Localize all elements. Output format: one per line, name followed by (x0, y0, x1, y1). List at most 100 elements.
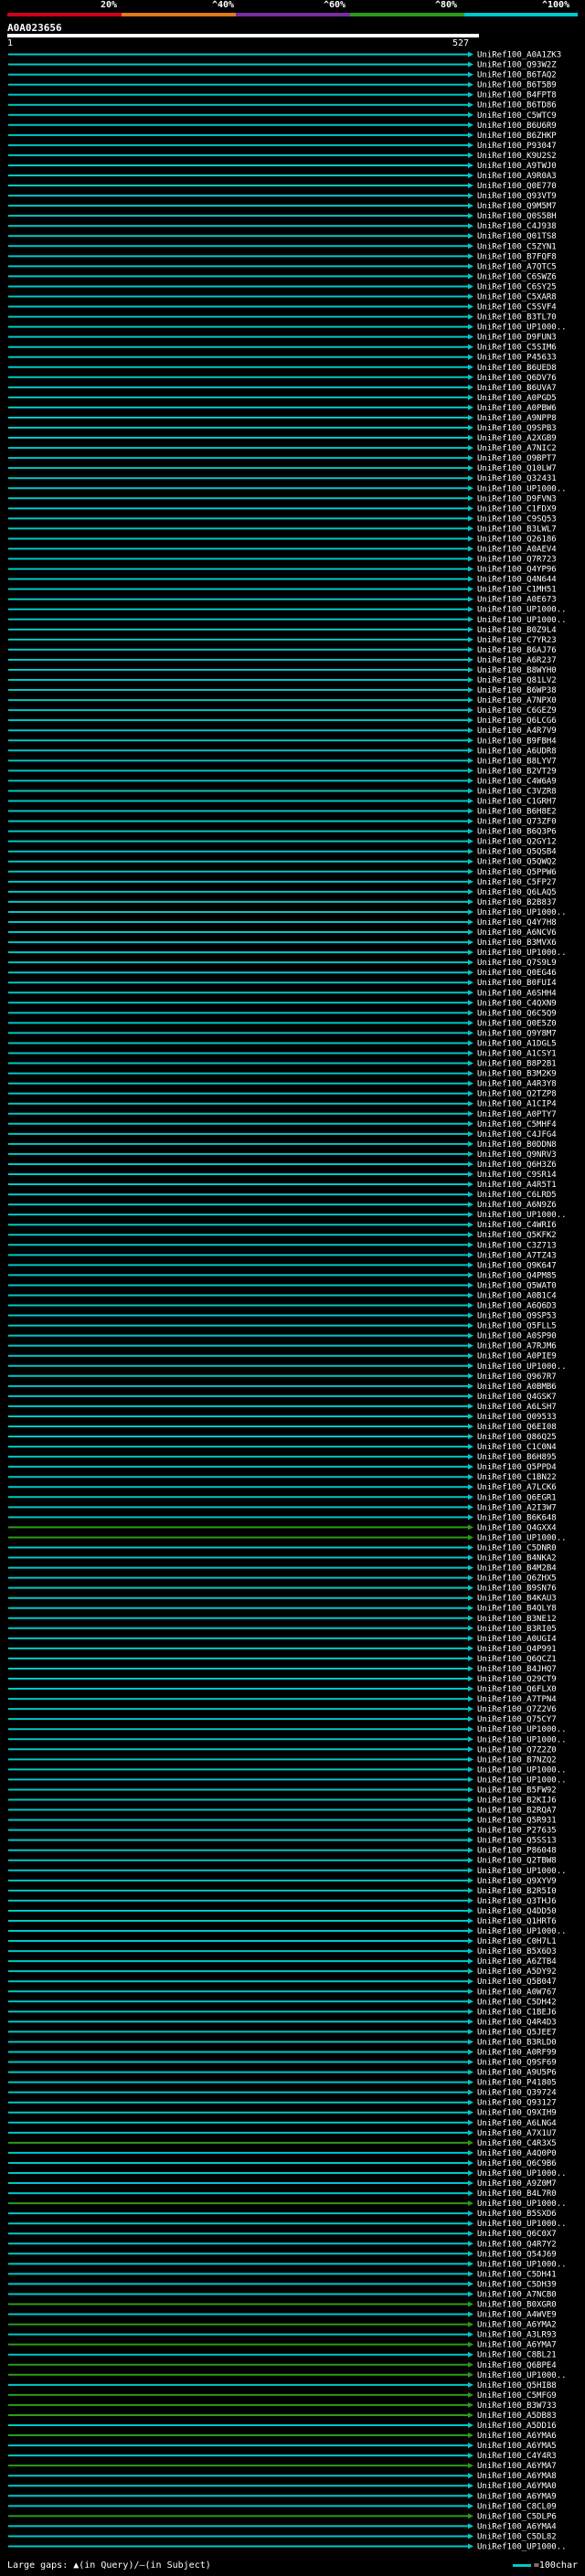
hit-label-58[interactable]: UniRef100_C7YR23 (477, 636, 557, 645)
hit-label-60[interactable]: UniRef100_A6R237 (477, 656, 557, 665)
hit-label-18[interactable]: UniRef100_Q01TS8 (477, 232, 557, 241)
hit-label-151[interactable]: UniRef100_Q6ZHX5 (477, 1574, 557, 1584)
hit-label-155[interactable]: UniRef100_B3NE12 (477, 1615, 557, 1624)
hit-label-50[interactable]: UniRef100_Q7R723 (477, 556, 557, 565)
hit-label-84[interactable]: UniRef100_B2B837 (477, 898, 557, 907)
hit-label-136[interactable]: UniRef100_Q6EI08 (477, 1423, 557, 1432)
hit-label-139[interactable]: UniRef100_B6H895 (477, 1453, 557, 1462)
hit-label-219[interactable]: UniRef100_UP1000.. (477, 2260, 567, 2269)
hit-label-33[interactable]: UniRef100_B6UVA7 (477, 384, 557, 393)
hit-label-226[interactable]: UniRef100_A3LR93 (477, 2331, 557, 2340)
hit-label-92[interactable]: UniRef100_B0FUI4 (477, 979, 557, 988)
hit-label-72[interactable]: UniRef100_C4W6A9 (477, 777, 557, 786)
hit-label-51[interactable]: UniRef100_Q4YP96 (477, 566, 557, 575)
hit-label-88[interactable]: UniRef100_B3MVX6 (477, 938, 557, 948)
hit-label-47[interactable]: UniRef100_B3LWL7 (477, 525, 557, 534)
hit-label-244[interactable]: UniRef100_C5DLP6 (477, 2512, 557, 2521)
hit-label-188[interactable]: UniRef100_B5X6D3 (477, 1947, 557, 1956)
hit-label-71[interactable]: UniRef100_B2VT29 (477, 767, 557, 776)
hit-label-202[interactable]: UniRef100_Q39724 (477, 2089, 557, 2098)
hit-label-205[interactable]: UniRef100_A6LNG4 (477, 2119, 557, 2128)
hit-label-200[interactable]: UniRef100_A9U5P6 (477, 2069, 557, 2078)
hit-label-79[interactable]: UniRef100_Q5QSB4 (477, 848, 557, 857)
hit-label-109[interactable]: UniRef100_Q9NRV3 (477, 1150, 557, 1160)
hit-label-2[interactable]: UniRef100_B6TAQ2 (477, 71, 557, 80)
hit-label-102[interactable]: UniRef100_A4R3Y8 (477, 1080, 557, 1089)
hit-label-190[interactable]: UniRef100_A5DY92 (477, 1967, 557, 1977)
hit-label-10[interactable]: UniRef100_K9U2S2 (477, 152, 557, 161)
hit-label-39[interactable]: UniRef100_A7NIC2 (477, 444, 557, 453)
hit-label-193[interactable]: UniRef100_C5DH42 (477, 1998, 557, 2007)
hit-label-145[interactable]: UniRef100_B6K648 (477, 1513, 557, 1522)
hit-label-83[interactable]: UniRef100_Q6LAQ5 (477, 888, 557, 897)
hit-label-128[interactable]: UniRef100_A7RJM6 (477, 1342, 557, 1352)
hit-label-176[interactable]: UniRef100_P27635 (477, 1827, 557, 1836)
hit-label-199[interactable]: UniRef100_Q9SF69 (477, 2059, 557, 2068)
hit-label-64[interactable]: UniRef100_A7NPX0 (477, 696, 557, 705)
hit-label-103[interactable]: UniRef100_Q2TZP8 (477, 1090, 557, 1099)
hit-label-108[interactable]: UniRef100_B0DDN8 (477, 1140, 557, 1150)
hit-label-107[interactable]: UniRef100_C4JFG4 (477, 1130, 557, 1140)
hit-label-167[interactable]: UniRef100_UP1000.. (477, 1735, 567, 1744)
hit-label-220[interactable]: UniRef100_C5DH41 (477, 2270, 557, 2279)
hit-label-130[interactable]: UniRef100_UP1000.. (477, 1362, 567, 1372)
hit-label-157[interactable]: UniRef100_A0UGI4 (477, 1635, 557, 1644)
hit-label-165[interactable]: UniRef100_Q75CY7 (477, 1715, 557, 1724)
hit-label-73[interactable]: UniRef100_C3VZR8 (477, 787, 557, 796)
hit-label-124[interactable]: UniRef100_A6Q6D3 (477, 1302, 557, 1311)
hit-label-14[interactable]: UniRef100_Q93VT9 (477, 192, 557, 201)
hit-label-209[interactable]: UniRef100_Q6C9B6 (477, 2159, 557, 2168)
hit-label-198[interactable]: UniRef100_A0RF99 (477, 2049, 557, 2058)
hit-label-95[interactable]: UniRef100_Q6C5Q9 (477, 1009, 557, 1018)
hit-label-214[interactable]: UniRef100_B5SXD6 (477, 2210, 557, 2219)
hit-label-125[interactable]: UniRef100_Q9SP53 (477, 1312, 557, 1321)
hit-label-53[interactable]: UniRef100_C1MH51 (477, 586, 557, 595)
hit-label-148[interactable]: UniRef100_C5DNR0 (477, 1543, 557, 1553)
hit-label-213[interactable]: UniRef100_UP1000.. (477, 2200, 567, 2209)
hit-label-44[interactable]: UniRef100_D9FVN3 (477, 494, 557, 504)
hit-label-22[interactable]: UniRef100_C6SWZ6 (477, 272, 557, 281)
hit-label-16[interactable]: UniRef100_Q0S5BH (477, 212, 557, 221)
hit-label-169[interactable]: UniRef100_B7NZQ2 (477, 1755, 557, 1765)
hit-label-122[interactable]: UniRef100_Q5WAT0 (477, 1281, 557, 1290)
hit-label-173[interactable]: UniRef100_B2KIJ6 (477, 1796, 557, 1805)
hit-label-194[interactable]: UniRef100_C1BEJ6 (477, 2008, 557, 2017)
hit-label-163[interactable]: UniRef100_A7TPN4 (477, 1695, 557, 1704)
hit-label-43[interactable]: UniRef100_UP1000.. (477, 484, 567, 493)
hit-label-37[interactable]: UniRef100_Q9SPB3 (477, 424, 557, 433)
hit-label-236[interactable]: UniRef100_A6YMA6 (477, 2432, 557, 2441)
hit-label-152[interactable]: UniRef100_B9SN76 (477, 1585, 557, 1594)
hit-label-175[interactable]: UniRef100_Q5R931 (477, 1817, 557, 1826)
hit-label-147[interactable]: UniRef100_UP1000.. (477, 1533, 567, 1542)
hit-label-36[interactable]: UniRef100_A9NPP8 (477, 414, 557, 423)
hit-label-80[interactable]: UniRef100_Q5QWQ2 (477, 858, 557, 867)
hit-label-21[interactable]: UniRef100_A7QTC5 (477, 262, 557, 271)
hit-label-228[interactable]: UniRef100_C8BL21 (477, 2351, 557, 2360)
hit-label-52[interactable]: UniRef100_Q4N644 (477, 576, 557, 585)
hit-label-4[interactable]: UniRef100_B4FPT8 (477, 91, 557, 101)
hit-label-182[interactable]: UniRef100_B2R5I0 (477, 1887, 557, 1896)
hit-label-224[interactable]: UniRef100_A4WVE9 (477, 2311, 557, 2320)
hit-label-61[interactable]: UniRef100_B8WYH0 (477, 666, 557, 675)
hit-label-206[interactable]: UniRef100_A7X1U7 (477, 2129, 557, 2138)
hit-label-153[interactable]: UniRef100_B4KAU3 (477, 1595, 557, 1604)
hit-label-123[interactable]: UniRef100_A0B1C4 (477, 1291, 557, 1300)
hit-label-89[interactable]: UniRef100_UP1000.. (477, 949, 567, 958)
hit-label-62[interactable]: UniRef100_Q81LV2 (477, 676, 557, 685)
hit-label-30[interactable]: UniRef100_P45633 (477, 354, 557, 363)
hit-label-111[interactable]: UniRef100_C9SR14 (477, 1171, 557, 1180)
hit-label-8[interactable]: UniRef100_B6ZHKP (477, 132, 557, 141)
hit-label-46[interactable]: UniRef100_C9SQ53 (477, 514, 557, 524)
hit-label-215[interactable]: UniRef100_UP1000.. (477, 2220, 567, 2229)
hit-label-93[interactable]: UniRef100_A6SHH4 (477, 989, 557, 998)
hit-label-90[interactable]: UniRef100_Q7S9L9 (477, 959, 557, 968)
hit-label-143[interactable]: UniRef100_Q6EGR1 (477, 1493, 557, 1502)
hit-label-243[interactable]: UniRef100_C8CL09 (477, 2502, 557, 2511)
hit-label-98[interactable]: UniRef100_A1DGL5 (477, 1039, 557, 1048)
hit-label-97[interactable]: UniRef100_Q9Y8M7 (477, 1029, 557, 1038)
hit-label-132[interactable]: UniRef100_A0BMB6 (477, 1383, 557, 1392)
hit-label-118[interactable]: UniRef100_C3Z713 (477, 1241, 557, 1250)
hit-label-131[interactable]: UniRef100_Q967R7 (477, 1373, 557, 1382)
hit-label-112[interactable]: UniRef100_A4R5T1 (477, 1181, 557, 1190)
hit-label-231[interactable]: UniRef100_Q5HIB8 (477, 2381, 557, 2390)
